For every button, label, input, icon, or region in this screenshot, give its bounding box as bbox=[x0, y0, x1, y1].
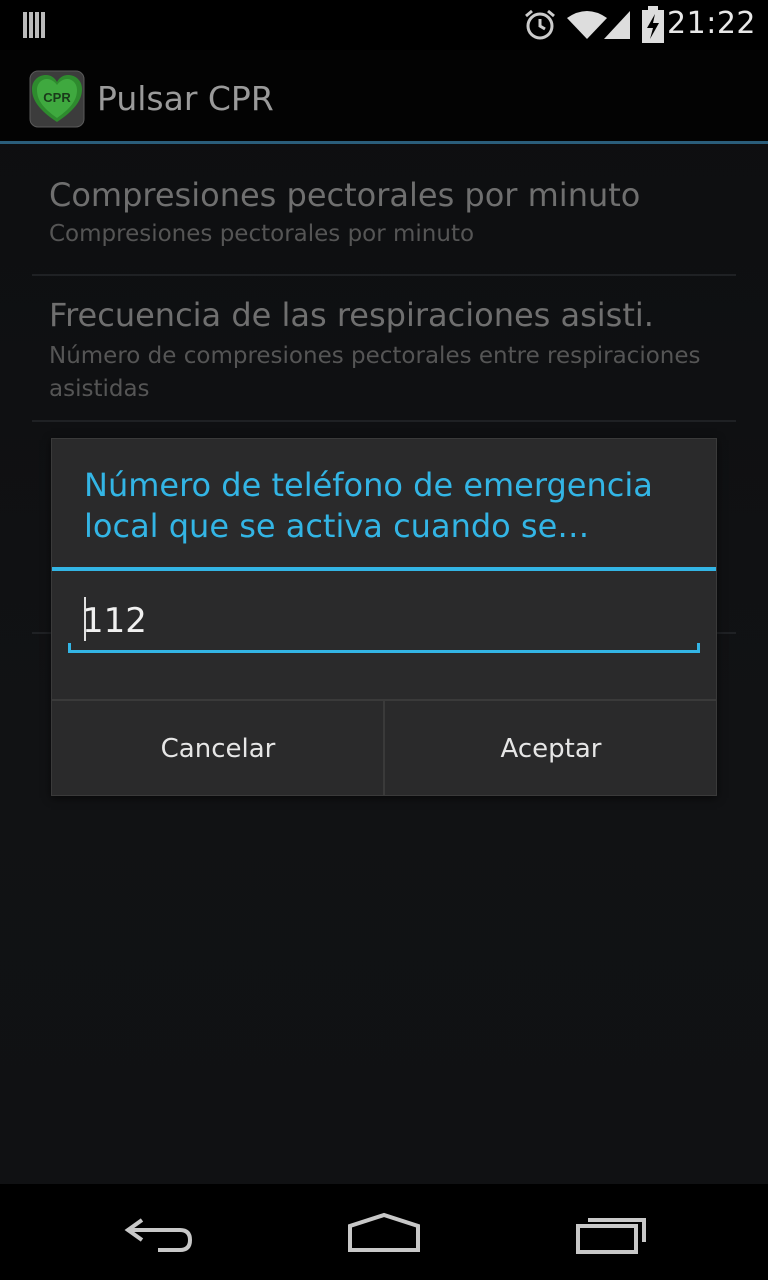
accept-button[interactable]: Aceptar bbox=[385, 701, 717, 796]
edit-text-dialog: Número de teléfono de emergencia local q… bbox=[51, 438, 717, 796]
pref-title: Frecuencia de las respiraciones asisti. bbox=[49, 296, 654, 334]
emergency-number-input[interactable]: 112 bbox=[68, 589, 700, 653]
action-bar: CPR Pulsar CPR bbox=[0, 50, 768, 144]
input-tick-left bbox=[68, 643, 71, 653]
recents-icon[interactable] bbox=[574, 1214, 648, 1256]
back-icon[interactable] bbox=[124, 1216, 196, 1256]
clock: 21:22 bbox=[667, 6, 756, 41]
pref-summary: Número de compresiones pectorales entre … bbox=[49, 343, 701, 402]
navigation-bar bbox=[0, 1184, 768, 1280]
cancel-button[interactable]: Cancelar bbox=[52, 701, 384, 796]
action-bar-divider bbox=[0, 141, 768, 144]
pref-summary: Compresiones pectorales por minuto bbox=[49, 221, 475, 247]
signal-icon bbox=[604, 11, 630, 39]
app-title: Pulsar CPR bbox=[97, 79, 274, 118]
dialog-title: Número de teléfono de emergencia local q… bbox=[84, 466, 653, 545]
battery-charging-icon bbox=[642, 6, 664, 43]
app-logo-icon[interactable]: CPR bbox=[29, 70, 85, 128]
home-icon[interactable] bbox=[346, 1212, 422, 1254]
pref-item-compressions[interactable]: Compresiones pectorales por minuto Compr… bbox=[32, 146, 736, 276]
pref-item-breath-frequency[interactable]: Frecuencia de las respiraciones asisti. … bbox=[32, 276, 736, 422]
dialog-button-row: Cancelar Aceptar bbox=[52, 699, 716, 796]
alarm-icon bbox=[525, 9, 555, 40]
input-tick-right bbox=[697, 643, 700, 653]
dialog-title-divider bbox=[52, 567, 716, 571]
notification-bars-icon bbox=[23, 12, 45, 38]
input-underline bbox=[68, 650, 700, 653]
wifi-icon bbox=[567, 11, 607, 39]
input-value: 112 bbox=[82, 601, 147, 641]
app-logo-text: CPR bbox=[43, 90, 71, 105]
status-bar: 21:22 bbox=[0, 0, 768, 50]
pref-title: Compresiones pectorales por minuto bbox=[49, 176, 641, 214]
